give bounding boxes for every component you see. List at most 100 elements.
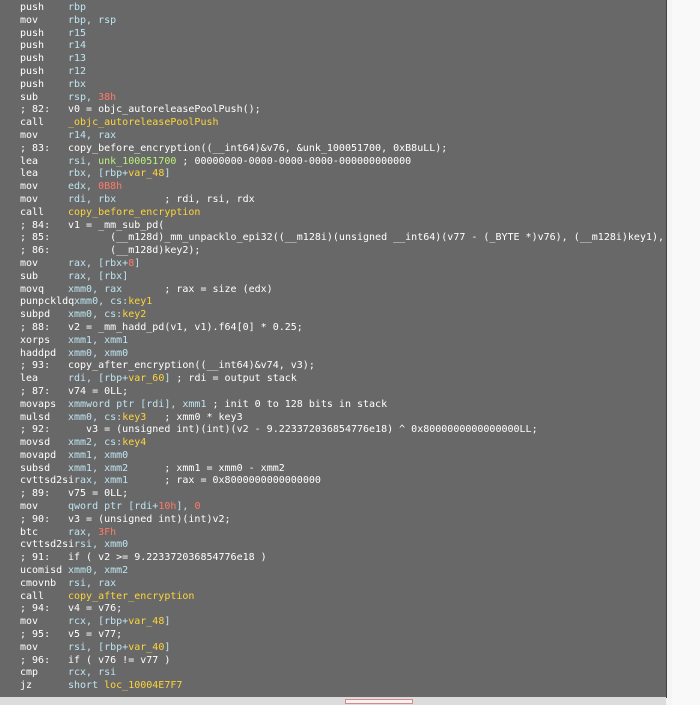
line-number-comment: ; 88: — [20, 321, 51, 333]
symbol-reference[interactable]: key4 — [122, 437, 146, 448]
number-literal: 0 — [194, 501, 201, 513]
scroll-thumb[interactable] — [345, 699, 413, 704]
code-line[interactable]: mov qword ptr [rdi+10h], 0 — [20, 501, 666, 514]
code-line[interactable]: movsd xmm2, cs:key4 — [20, 437, 666, 450]
code-line[interactable]: ; 86: (__m128d)key2); — [20, 245, 666, 258]
operand: rbx — [68, 78, 87, 90]
mnemonic: call — [20, 117, 45, 129]
code-line[interactable]: lea rbx, [rbp+var_48] — [20, 168, 666, 181]
operand: rsi, — [68, 155, 99, 167]
code-line[interactable]: ; 93: copy_after_encryption((__int64)&v74… — [20, 360, 666, 373]
operand: xmm1, xmm1 — [68, 334, 129, 346]
operand: xmm0, xmm2 — [68, 565, 129, 577]
comment-text: v4 = v76; — [68, 603, 123, 615]
code-line[interactable]: push r12 — [20, 66, 666, 79]
mnemonic: subsd — [20, 462, 51, 474]
code-line[interactable]: movaps xmmword ptr [rdi], xmm1 ; init 0 t… — [20, 399, 666, 412]
mnemonic: cvttsd2si — [20, 475, 75, 487]
code-line[interactable]: haddpd xmm0, xmm0 — [20, 348, 666, 361]
horizontal-scrollbar[interactable] — [0, 697, 666, 705]
code-line[interactable]: push r13 — [20, 53, 666, 66]
code-line[interactable]: lea rsi, unk_100051700 ; 00000000-0000-00… — [20, 156, 666, 169]
data-reference[interactable]: unk_100051700 — [98, 156, 176, 167]
code-line[interactable]: ; 94: v4 = v76; — [20, 603, 666, 616]
number-literal: 3Fh — [98, 526, 117, 538]
code-line[interactable]: ; 96: if ( v76 != v77 ) — [20, 655, 666, 668]
mnemonic: mov — [20, 14, 39, 26]
code-line[interactable]: movq xmm0, rax ; rax = size (edx) — [20, 284, 666, 297]
code-line[interactable]: push r14 — [20, 40, 666, 53]
symbol-reference[interactable]: key3 — [122, 412, 146, 423]
code-line[interactable]: mov rax, [rbx+8] — [20, 258, 666, 271]
code-line[interactable]: ucomisd xmm0, xmm2 — [20, 565, 666, 578]
operand: xmm2, cs: — [68, 437, 123, 449]
code-line[interactable]: mov edx, 0B8h — [20, 181, 666, 194]
code-line[interactable]: mov rcx, [rbp+var_48] — [20, 616, 666, 629]
code-line[interactable]: call _objc_autoreleasePoolPush — [20, 117, 666, 130]
symbol-reference[interactable]: copy_before_encryption — [68, 207, 200, 218]
code-line[interactable]: cvttsd2si rsi, xmm0 — [20, 539, 666, 552]
code-line[interactable]: btc rax, 3Fh — [20, 527, 666, 540]
code-line[interactable]: ; 89: v75 = 0LL; — [20, 488, 666, 501]
code-line[interactable]: subsd xmm1, xmm2 ; xmm1 = xmm0 - xmm2 — [20, 463, 666, 476]
comment-text: copy_after_encryption((__int64)&v74, v3)… — [68, 360, 315, 372]
operand: rax, [rbx+ — [68, 257, 129, 269]
comment-text: v2 = _mm_hadd_pd(v1, v1).f64[0] * 0.25; — [68, 321, 303, 333]
symbol-reference[interactable]: var_48 — [128, 616, 164, 627]
code-line[interactable]: ; 83: copy_before_encryption((__int64)&v7… — [20, 143, 666, 156]
code-line[interactable]: punpckldq xmm0, cs:key1 — [20, 296, 666, 309]
comment-text: v74 = 0LL; — [68, 385, 129, 397]
symbol-reference[interactable]: key2 — [122, 309, 146, 320]
comment-text: v1 = _mm_sub_pd( — [68, 219, 165, 231]
code-line[interactable]: ; 85: (__m128d)_mm_unpacklo_epi32((__m12… — [20, 232, 666, 245]
symbol-reference[interactable]: var_60 — [128, 373, 164, 384]
mnemonic: push — [20, 78, 45, 90]
code-line[interactable]: xorps xmm1, xmm1 — [20, 335, 666, 348]
code-line[interactable]: call copy_after_encryption — [20, 591, 666, 604]
code-line[interactable]: ; 90: v3 = (unsigned int)(int)v2; — [20, 514, 666, 527]
mnemonic: sub — [20, 91, 39, 103]
code-line[interactable]: push rbx — [20, 79, 666, 92]
code-line[interactable]: mov rsi, [rbp+var_40] — [20, 642, 666, 655]
operand: rsi, rax — [68, 577, 117, 589]
code-line[interactable]: ; 82: v0 = objc_autoreleasePoolPush(); — [20, 104, 666, 117]
code-line[interactable]: mov r14, rax — [20, 130, 666, 143]
number-literal: 0B8h — [98, 181, 123, 193]
symbol-reference[interactable]: var_48 — [128, 168, 164, 179]
code-line[interactable]: ; 88: v2 = _mm_hadd_pd(v1, v1).f64[0] * 0… — [20, 322, 666, 335]
symbol-reference[interactable]: loc_10004E7F7 — [104, 680, 182, 691]
mnemonic: push — [20, 27, 45, 39]
code-line[interactable]: push rbp — [20, 2, 666, 15]
line-number-comment: ; 94: — [20, 603, 51, 615]
code-line[interactable]: ; 87: v74 = 0LL; — [20, 386, 666, 399]
code-line[interactable]: ; 91: if ( v2 >= 9.223372036854776e18 ) — [20, 552, 666, 565]
code-line[interactable]: movapd xmm1, xmm0 — [20, 450, 666, 463]
disassembly-view[interactable]: push rbp mov rbp, rsp push r15 push r14 push r13 p… — [0, 0, 667, 698]
code-line[interactable]: ; 95: v5 = v77; — [20, 629, 666, 642]
symbol-reference[interactable]: var_40 — [128, 642, 164, 653]
code-line[interactable]: push r15 — [20, 28, 666, 41]
symbol-reference[interactable]: _objc_autoreleasePoolPush — [68, 117, 219, 128]
code-line[interactable]: cvttsd2si rax, xmm1 ; rax = 0x8000000000… — [20, 475, 666, 488]
code-line[interactable]: jz short loc_10004E7F7 — [20, 680, 666, 693]
code-line[interactable]: sub rsp, 38h — [20, 92, 666, 105]
symbol-reference[interactable]: copy_after_encryption — [68, 591, 194, 602]
code-line[interactable]: mulsd xmm0, cs:key3 ; xmm0 * key3 — [20, 412, 666, 425]
symbol-reference[interactable]: key1 — [128, 296, 152, 307]
operand: edx, — [68, 181, 99, 193]
code-line[interactable]: sub rax, [rbx] — [20, 271, 666, 284]
mnemonic: punpckldq — [20, 296, 75, 308]
mnemonic: subpd — [20, 309, 51, 321]
code-line[interactable]: ; 84: v1 = _mm_sub_pd( — [20, 220, 666, 233]
comment-text: copy_before_encryption((__int64)&v76, &u… — [68, 142, 448, 154]
comment-text: v3 = (unsigned int)(int)(v2 - 9.22337203… — [68, 424, 538, 436]
code-line[interactable]: subpd xmm0, cs:key2 — [20, 309, 666, 322]
code-line[interactable]: lea rdi, [rbp+var_60] ; rdi = output stac… — [20, 373, 666, 386]
code-line[interactable]: ; 92: v3 = (unsigned int)(int)(v2 - 9.22… — [20, 424, 666, 437]
code-line[interactable]: cmovnb rsi, rax — [20, 578, 666, 591]
mnemonic: movq — [20, 283, 45, 295]
code-line[interactable]: cmp rcx, rsi — [20, 667, 666, 680]
code-line[interactable]: call copy_before_encryption — [20, 207, 666, 220]
code-line[interactable]: mov rbp, rsp — [20, 15, 666, 28]
code-line[interactable]: mov rdi, rbx ; rdi, rsi, rdx — [20, 194, 666, 207]
